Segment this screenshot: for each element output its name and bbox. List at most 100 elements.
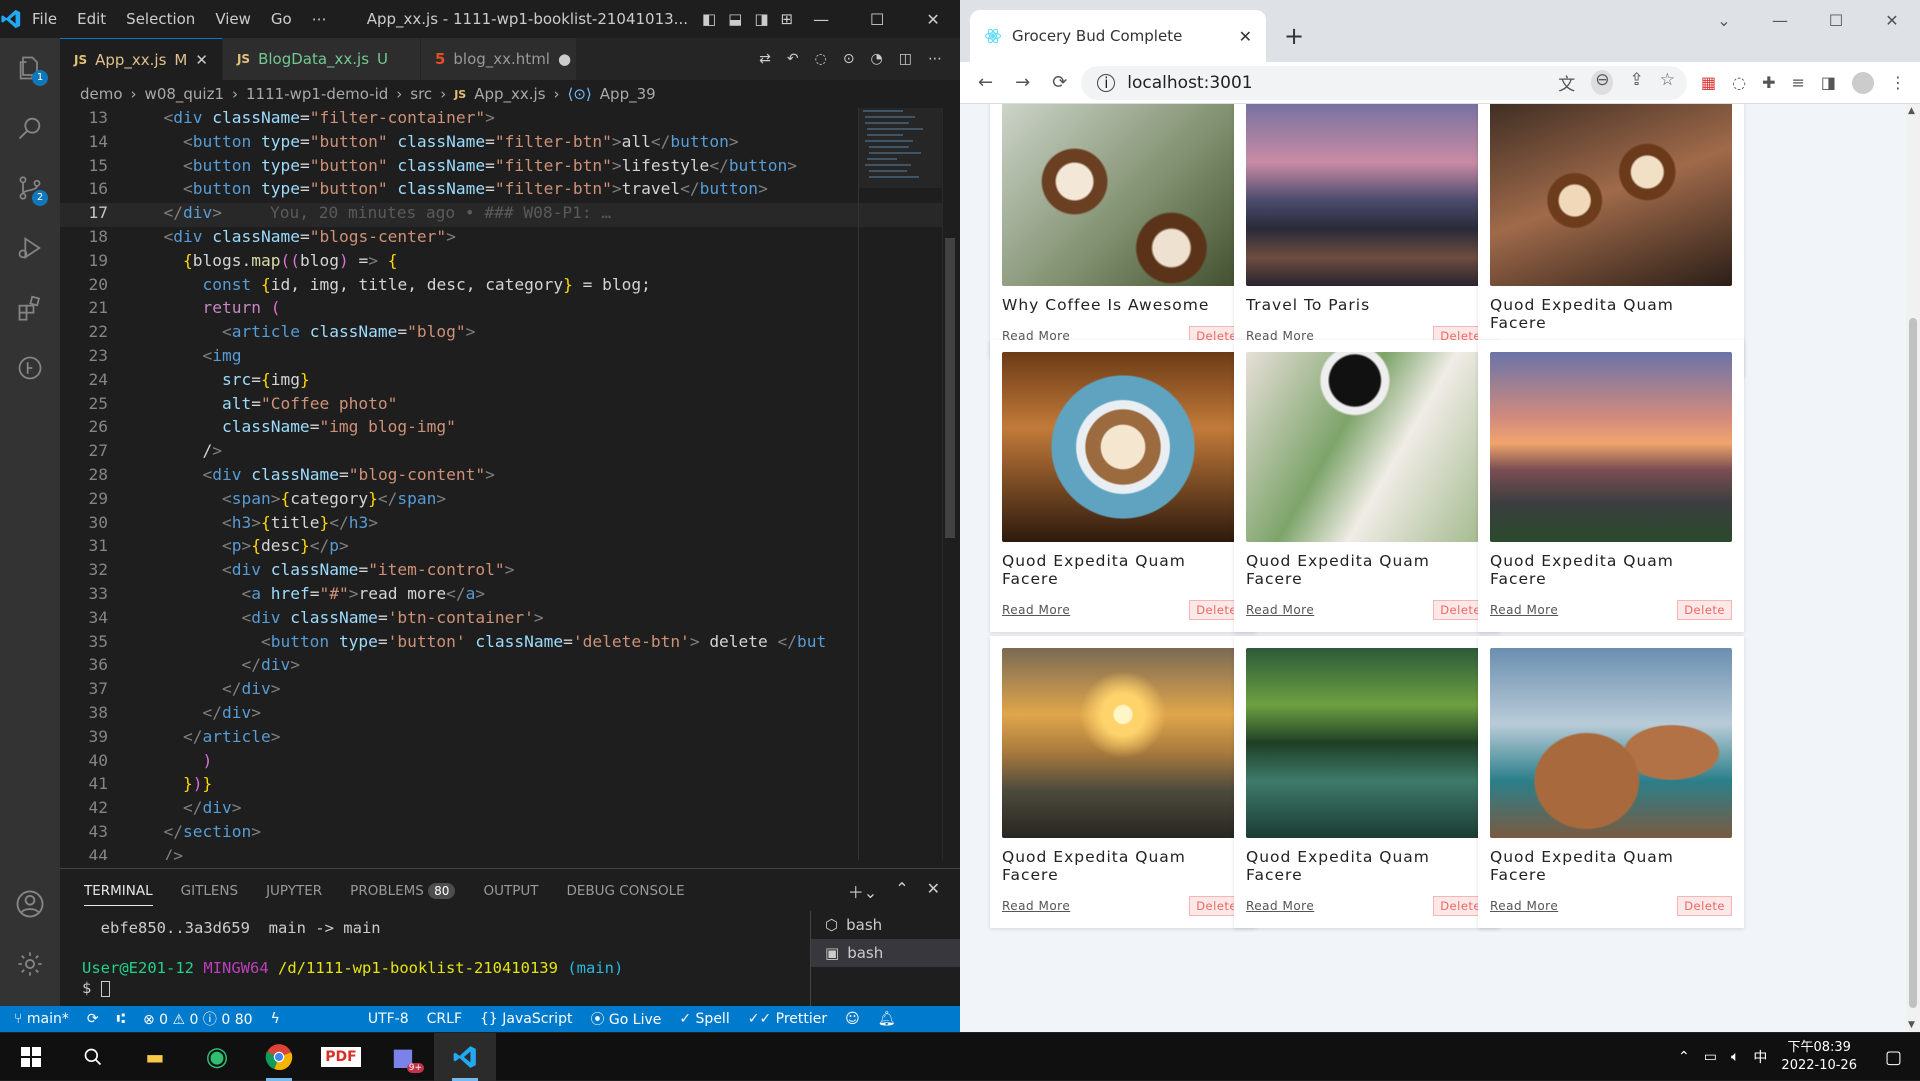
tab-close-icon[interactable]: ✕ — [195, 51, 208, 69]
share-icon[interactable]: ⇪ — [1629, 70, 1643, 95]
code-line[interactable]: 22 <article className="blog"> — [60, 322, 942, 346]
code-line[interactable]: 33 <a href="#">read more</a> — [60, 584, 942, 608]
breadcrumb-item[interactable]: App_39 — [600, 85, 656, 103]
windows-start-icon[interactable] — [0, 1033, 62, 1081]
minimize-icon[interactable]: — — [793, 10, 849, 29]
next-change-icon[interactable]: ⊙ — [843, 51, 855, 67]
maximize-panel-icon[interactable]: ⌃ — [895, 879, 908, 903]
encoding[interactable]: UTF-8 — [368, 1011, 409, 1027]
vscode-taskbar-icon[interactable] — [434, 1033, 496, 1081]
menu-go[interactable]: Go — [261, 10, 302, 28]
toggle-sidebar-icon[interactable]: ◧ — [702, 10, 716, 28]
read-more-link[interactable]: Read More — [1002, 603, 1070, 617]
show-hidden-icons-icon[interactable]: ⌃ — [1678, 1049, 1690, 1065]
pdf-reader-icon[interactable]: PDF — [310, 1033, 372, 1081]
search-icon[interactable] — [0, 98, 60, 158]
maximize-icon[interactable]: ☐ — [1808, 11, 1864, 30]
terminal-output[interactable]: ebfe850..3a3d659 main -> main User@E201-… — [82, 919, 623, 999]
code-line[interactable]: 24 src={img} — [60, 370, 942, 394]
network-icon[interactable]: ▭ — [1704, 1049, 1717, 1065]
code-line[interactable]: 18 <div className="blogs-center"> — [60, 227, 942, 251]
forward-icon[interactable]: → — [1015, 72, 1030, 93]
menu-edit[interactable]: Edit — [67, 10, 116, 28]
tab-blog-html[interactable]: 5 blog_xx.html ● — [420, 38, 577, 80]
read-more-link[interactable]: Read More — [1002, 899, 1070, 913]
volume-icon[interactable]: 🔈︎ — [1731, 1049, 1739, 1065]
close-icon[interactable]: ✕ — [905, 10, 961, 29]
code-line[interactable]: 41 })} — [60, 774, 942, 798]
gitlens-icon[interactable] — [0, 338, 60, 398]
code-line[interactable]: 30 <h3>{title}</h3> — [60, 513, 942, 537]
side-panel-icon[interactable]: ◨ — [1821, 73, 1836, 92]
menu-more[interactable]: ⋯ — [302, 10, 337, 28]
code-line[interactable]: 37 </div> — [60, 679, 942, 703]
chrome-menu-icon[interactable]: ⋮ — [1890, 73, 1906, 92]
profile-avatar-icon[interactable] — [1852, 71, 1874, 94]
code-line[interactable]: 26 className="img blog-img" — [60, 417, 942, 441]
explorer-icon[interactable]: 1 — [0, 38, 60, 98]
more-actions-icon[interactable]: ⋯ — [928, 51, 942, 67]
code-editor[interactable]: 13 <div className="filter-container"> 14 … — [60, 108, 942, 860]
breadcrumb-item[interactable]: w08_quiz1 — [145, 85, 224, 103]
tab-gitlens[interactable]: GITLENS — [181, 883, 238, 899]
branch-indicator[interactable]: ⑂ main* — [14, 1011, 69, 1027]
previous-change-icon[interactable]: ◌ — [815, 51, 827, 67]
extensions-puzzle-icon[interactable]: ✚ — [1762, 73, 1775, 92]
edge-icon[interactable]: ◉ — [186, 1033, 248, 1081]
code-line[interactable]: 27 /> — [60, 441, 942, 465]
compare-changes-icon[interactable]: ⇄ — [759, 51, 771, 67]
go-live-button[interactable]: ⦿ Go Live — [590, 1009, 661, 1029]
tab-dirty-dot[interactable]: ● — [558, 50, 571, 68]
tab-output[interactable]: OUTPUT — [483, 883, 538, 899]
lightning-icon[interactable]: ϟ — [271, 1011, 280, 1027]
gitlens-status-icon[interactable]: ⑆ — [117, 1011, 125, 1027]
code-line[interactable]: 43 </section> — [60, 822, 942, 846]
address-bar[interactable]: i localhost:3001 文 ⊖ ⇪ ☆ — [1081, 65, 1687, 100]
menu-selection[interactable]: Selection — [116, 10, 205, 28]
code-line[interactable]: 15 <button type="button" className="filt… — [60, 156, 942, 180]
code-line[interactable]: 38 </div> — [60, 703, 942, 727]
run-debug-icon[interactable] — [0, 218, 60, 278]
breadcrumb-item[interactable]: App_xx.js — [474, 85, 545, 103]
read-more-link[interactable]: Read More — [1246, 899, 1314, 913]
clock[interactable]: 下午08:39 2022-10-26 — [1781, 1039, 1857, 1075]
delete-button[interactable]: Delete — [1677, 896, 1732, 916]
bookmark-star-icon[interactable]: ☆ — [1660, 70, 1675, 95]
code-line[interactable]: 31 <p>{desc}</p> — [60, 536, 942, 560]
new-tab-icon[interactable]: + — [1284, 22, 1304, 50]
tab-jupyter[interactable]: JUPYTER — [266, 883, 322, 899]
code-line[interactable]: 21 return ( — [60, 298, 942, 322]
tab-blogdata-js[interactable]: JS BlogData_xx.js U — [222, 38, 421, 80]
customize-layout-icon[interactable]: ⊞ — [781, 10, 794, 28]
toggle-panel-icon[interactable]: ⬓ — [728, 10, 742, 28]
prettier-button[interactable]: ✓✓ Prettier — [748, 1011, 827, 1027]
minimize-icon[interactable]: — — [1752, 11, 1808, 30]
code-line[interactable]: 29 <span>{category}</span> — [60, 489, 942, 513]
code-line[interactable]: 20 const {id, img, title, desc, category… — [60, 275, 942, 299]
teams-icon[interactable]: ■ 9+ — [372, 1033, 434, 1081]
taskbar-search-icon[interactable] — [62, 1033, 124, 1081]
eol[interactable]: CRLF — [427, 1011, 462, 1027]
code-line[interactable]: 25 alt="Coffee photo" — [60, 394, 942, 418]
browser-tab[interactable]: Grocery Bud Complete ✕ — [970, 10, 1266, 62]
language-mode[interactable]: {} JavaScript — [480, 1011, 572, 1027]
maximize-icon[interactable]: ☐ — [849, 10, 905, 29]
extensions-icon[interactable] — [0, 278, 60, 338]
account-icon[interactable] — [0, 874, 60, 934]
tab-debug-console[interactable]: DEBUG CONSOLE — [566, 883, 684, 899]
sync-icon[interactable]: ⟳ — [87, 1011, 99, 1027]
timeline-icon[interactable]: ◔ — [871, 51, 883, 67]
terminal-instance[interactable]: ⬡ bash — [811, 911, 960, 939]
editor-scrollbar[interactable] — [942, 108, 956, 860]
ime-indicator[interactable]: 中 — [1753, 1047, 1767, 1067]
file-explorer-icon[interactable]: ▬ — [124, 1033, 186, 1081]
code-line[interactable]: 17 </div> You, 20 minutes ago • ### W08-P… — [60, 203, 942, 227]
code-line[interactable]: 13 <div className="filter-container"> — [60, 108, 942, 132]
terminal-instance[interactable]: ▣ bash — [811, 939, 960, 967]
zoom-icon[interactable]: ⊖ — [1591, 70, 1614, 95]
code-line[interactable]: 14 <button type="button" className="filt… — [60, 132, 942, 156]
delete-button[interactable]: Delete — [1677, 600, 1732, 620]
minimap[interactable] — [858, 108, 943, 860]
code-line[interactable]: 42 </div> — [60, 798, 942, 822]
read-more-link[interactable]: Read More — [1490, 603, 1558, 617]
